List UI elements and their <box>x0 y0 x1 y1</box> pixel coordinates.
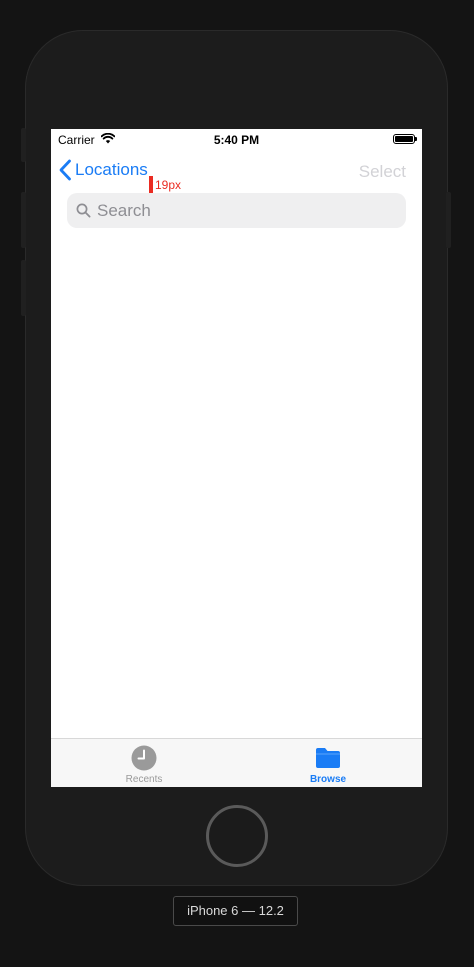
tab-browse-label: Browse <box>309 774 347 785</box>
search-input[interactable]: Search <box>67 193 406 228</box>
search-icon <box>76 203 91 218</box>
clock-icon <box>131 745 157 771</box>
status-bar: Carrier 5:40 PM <box>51 129 422 149</box>
chevron-left-icon <box>59 159 71 181</box>
measurement-marker <box>149 176 153 193</box>
folder-icon <box>316 748 340 768</box>
device-label: iPhone 6 — 12.2 <box>173 896 298 926</box>
search-placeholder: Search <box>97 200 151 220</box>
tab-recents-label: Recents <box>125 774 163 785</box>
screen: Carrier 5:40 PM Locations Select 19px Se… <box>51 129 422 787</box>
volume-down-button <box>21 260 26 316</box>
select-button[interactable]: Select <box>359 162 406 182</box>
tab-bar: Recents Browse <box>51 738 422 787</box>
tab-browse[interactable]: Browse <box>268 745 388 785</box>
back-button-label: Locations <box>75 160 148 179</box>
navigation-bar: Locations Select <box>51 155 422 187</box>
tab-recents[interactable]: Recents <box>84 745 204 785</box>
back-button[interactable]: Locations <box>58 159 148 181</box>
measurement-label: 19px <box>155 178 182 192</box>
status-time: 5:40 PM <box>213 133 260 147</box>
mute-switch <box>21 128 26 162</box>
volume-up-button <box>21 192 26 248</box>
power-button <box>446 192 451 248</box>
battery-icon <box>393 134 417 144</box>
home-button[interactable] <box>206 805 268 867</box>
